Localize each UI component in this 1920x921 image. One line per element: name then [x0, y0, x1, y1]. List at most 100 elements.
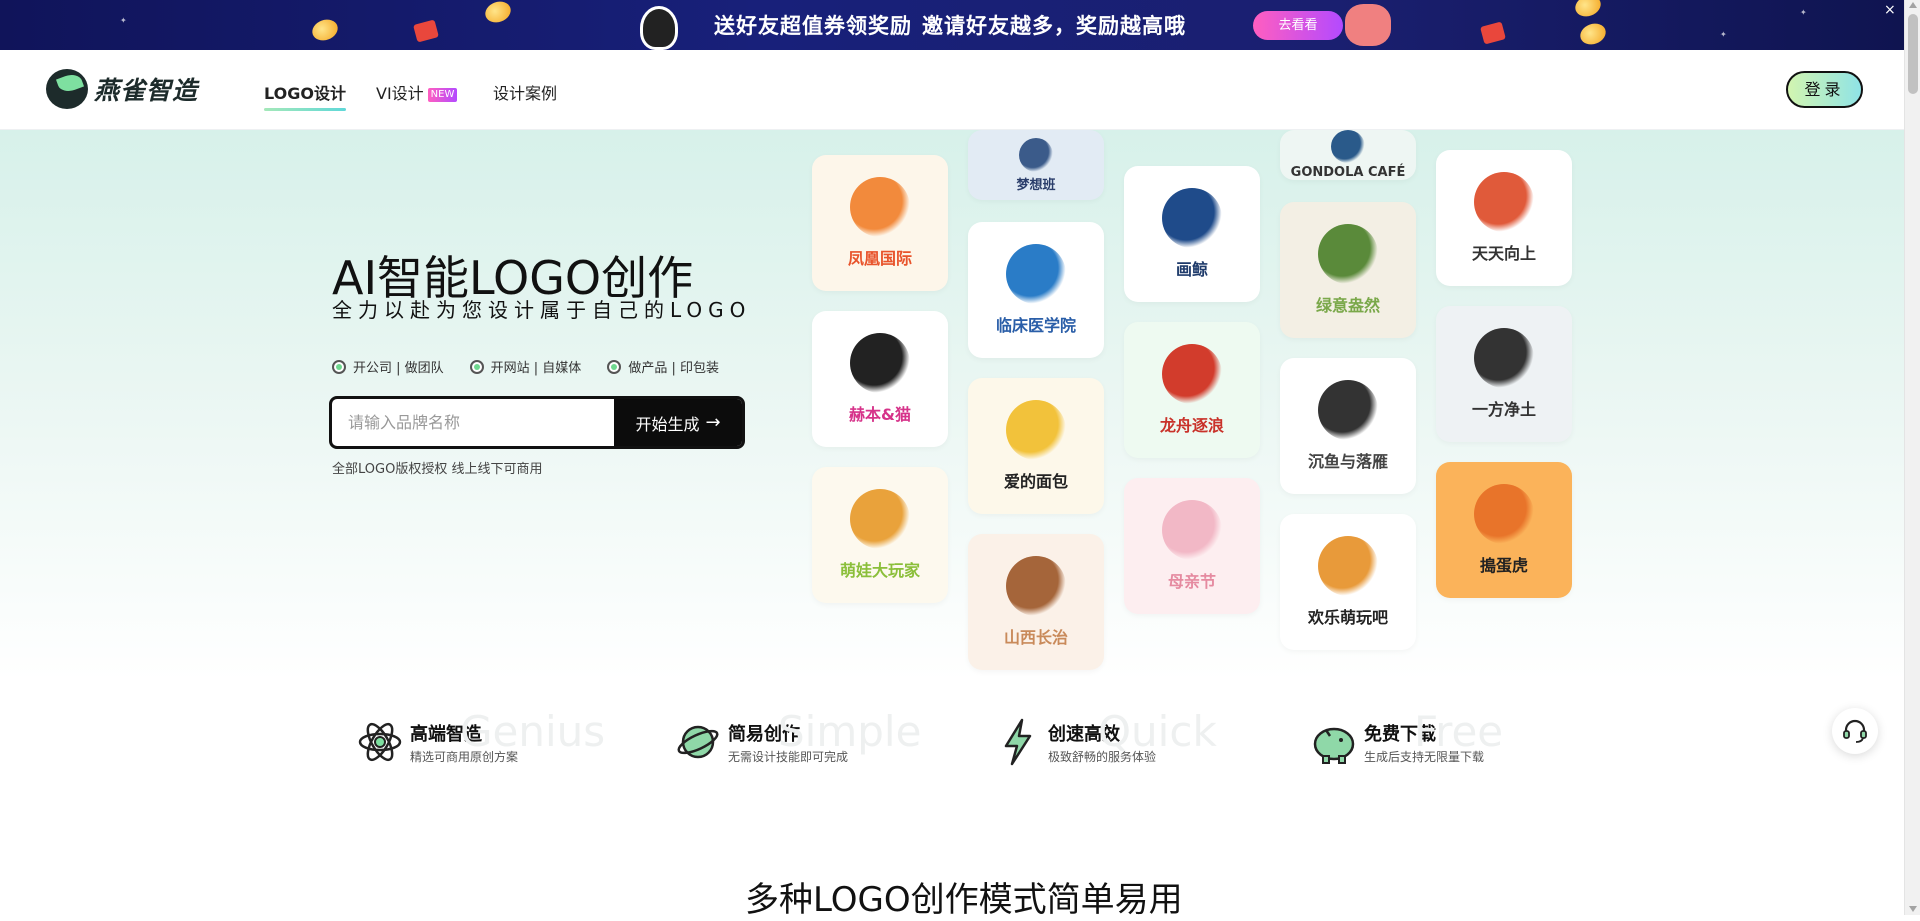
logo-artwork: [850, 333, 910, 393]
banner-text-1: 送好友超值券领奖励: [714, 14, 912, 38]
atom-icon: [358, 718, 402, 766]
logo-card-name: 赫本&猫: [849, 405, 911, 424]
logo-card[interactable]: 爱的面包: [968, 378, 1104, 514]
feature-text: Genius 高端智造 精选可商用原创方案: [410, 707, 605, 765]
gift-hand-decoration: [1345, 4, 1391, 46]
star-decoration: ✦: [120, 16, 127, 25]
logo-artwork: [1162, 500, 1222, 560]
logo-card-name: 临床医学院: [995, 316, 1076, 335]
feature-text: Free 免费下载 生成后支持无限量下载: [1364, 707, 1503, 765]
generate-button[interactable]: 开始生成 →: [614, 399, 742, 446]
logo-card[interactable]: 萌娃大玩家: [812, 467, 948, 603]
brand-name: 燕雀智造: [94, 76, 199, 105]
logo-card[interactable]: 龙舟逐浪: [1124, 322, 1260, 458]
feature-ghost-word: Free: [1414, 706, 1504, 756]
logo-card[interactable]: 凤凰国际: [812, 155, 948, 291]
logo-card[interactable]: 赫本&猫: [812, 311, 948, 447]
nav-item-label: VI设计: [376, 84, 424, 103]
feature-ghost-word: Quick: [1098, 706, 1217, 756]
logo-card[interactable]: 临床医学院: [968, 222, 1104, 358]
logo-card-name: GONDOLA CAFÉ: [1290, 165, 1406, 180]
logo-card[interactable]: 一方净土: [1436, 306, 1572, 442]
scroll-up-icon[interactable]: [1909, 2, 1917, 8]
license-note: 全部LOGO版权授权 线上线下可商用: [332, 462, 543, 477]
feature-simple: Simple 简易创作 无需设计技能即可完成: [676, 707, 921, 766]
new-badge: NEW: [427, 88, 458, 102]
star-decoration: ✦: [1800, 8, 1807, 17]
brand-logo[interactable]: 燕雀智造: [46, 69, 198, 109]
logo-card-name: 沉鱼与落雁: [1307, 452, 1388, 471]
logo-card[interactable]: 母亲节: [1124, 478, 1260, 614]
section-title: 多种LOGO创作模式简单易用: [745, 880, 1183, 920]
logo-artwork: [1162, 188, 1222, 248]
customer-service-button[interactable]: [1832, 708, 1878, 754]
planet-icon: [676, 718, 720, 766]
coin-decoration: [482, 0, 514, 26]
logo-card[interactable]: GONDOLA CAFÉ: [1280, 130, 1416, 180]
logo-card-name: 爱的面包: [1003, 472, 1068, 491]
logo-card-name: 母亲节: [1167, 572, 1216, 591]
close-icon[interactable]: ×: [1884, 2, 1896, 18]
logo-card-name: 一方净土: [1471, 400, 1536, 419]
radio-icon: [469, 359, 484, 374]
logo-artwork: [1006, 400, 1066, 460]
nav-item-vi-design[interactable]: VI设计 NEW: [376, 80, 458, 104]
radio-icon: [607, 359, 622, 374]
logo-artwork: [1474, 484, 1534, 544]
coin-decoration: [309, 16, 341, 44]
generate-button-label: 开始生成: [635, 414, 700, 434]
banner-text-2: 邀请好友越多，奖励越高哦: [922, 14, 1186, 38]
feature-text: Quick 创速高效 极致舒畅的服务体验: [1048, 707, 1217, 765]
scrollbar-thumb[interactable]: [1908, 14, 1918, 94]
coin-decoration: [1577, 20, 1609, 48]
logo-card[interactable]: 山西长治: [968, 534, 1104, 670]
nav-item-design-cases[interactable]: 设计案例: [493, 80, 557, 104]
feature-text: Simple 简易创作 无需设计技能即可完成: [728, 707, 921, 765]
logo-artwork: [1019, 137, 1053, 172]
brand-name-input[interactable]: [332, 399, 614, 446]
page-scrollbar[interactable]: [1904, 0, 1920, 915]
login-button[interactable]: 登录: [1786, 71, 1863, 108]
piggy-bank-icon: [1312, 718, 1356, 766]
lightning-icon: [996, 718, 1040, 766]
logo-artwork: [1474, 172, 1534, 232]
scroll-down-icon[interactable]: [1909, 906, 1917, 912]
purpose-options: 开公司 | 做团队 开网站 | 自媒体 做产品 | 印包装: [332, 357, 719, 376]
option-label: 开网站 | 自媒体: [490, 361, 582, 376]
logo-card-name: 龙舟逐浪: [1159, 416, 1224, 435]
feature-ghost-word: Genius: [460, 706, 606, 756]
logo-card[interactable]: 欢乐萌玩吧: [1280, 514, 1416, 650]
banner-text: 送好友超值券领奖励 邀请好友越多，奖励越高哦: [714, 10, 1186, 40]
logo-card-name: 绿意盎然: [1315, 296, 1380, 315]
logo-artwork: [850, 177, 910, 237]
hero-subtitle: 全力以赴为您设计属于自己的LOGO: [332, 298, 752, 322]
logo-card[interactable]: 沉鱼与落雁: [1280, 358, 1416, 494]
logo-card[interactable]: 梦想班: [968, 130, 1104, 200]
option-product[interactable]: 做产品 | 印包装: [607, 357, 719, 376]
logo-card-name: 山西长治: [1003, 628, 1068, 647]
hero-section: AI智能LOGO创作 全力以赴为您设计属于自己的LOGO 开公司 | 做团队 开…: [0, 130, 1904, 810]
bird-logo-icon: [46, 69, 88, 109]
logo-card-name: 凤凰国际: [847, 249, 912, 268]
nav-item-label: LOGO设计: [264, 84, 346, 103]
option-company[interactable]: 开公司 | 做团队: [332, 357, 444, 376]
banner-cta-button[interactable]: 去看看: [1253, 11, 1343, 40]
logo-card[interactable]: 天天向上: [1436, 150, 1572, 286]
logo-artwork: [1318, 380, 1378, 440]
coin-decoration: [1572, 0, 1604, 20]
option-website[interactable]: 开网站 | 自媒体: [469, 357, 582, 376]
top-navigation: 燕雀智造 LOGO设计 VI设计 NEW 设计案例 登录: [0, 50, 1904, 130]
logo-card[interactable]: 画鲸: [1124, 166, 1260, 302]
nav-item-logo-design[interactable]: LOGO设计: [264, 80, 346, 111]
logo-card-name: 天天向上: [1471, 244, 1536, 263]
brand-search-box: 开始生成→: [329, 396, 745, 449]
penguin-mascot: [640, 6, 678, 50]
nav-item-label: 设计案例: [493, 84, 558, 103]
option-label: 开公司 | 做团队: [353, 361, 444, 376]
logo-artwork: [1006, 556, 1066, 616]
headset-icon: [1843, 719, 1867, 743]
promo-banner[interactable]: ✦ ✦ ✦ 送好友超值券领奖励 邀请好友越多，奖励越高哦 去看看 ×: [0, 0, 1904, 50]
logo-card[interactable]: 绿意盎然: [1280, 202, 1416, 338]
logo-card[interactable]: 搗蛋虎: [1436, 462, 1572, 598]
feature-genius: Genius 高端智造 精选可商用原创方案: [358, 707, 605, 766]
